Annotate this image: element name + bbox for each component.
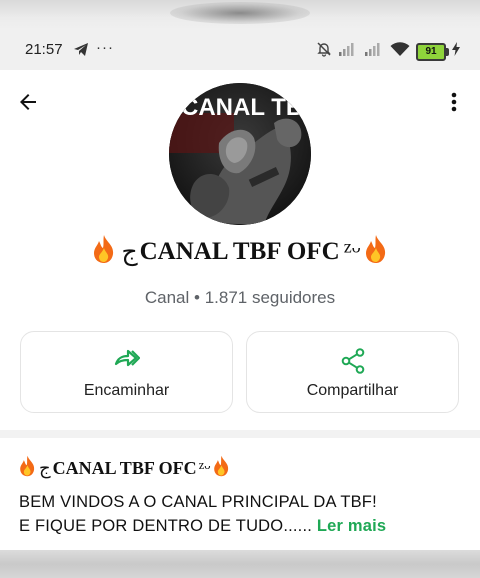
charging-icon bbox=[452, 42, 460, 61]
status-icons: 91 bbox=[316, 41, 460, 62]
channel-avatar[interactable]: CANAL TBF bbox=[169, 83, 311, 225]
signal-icon bbox=[338, 42, 358, 61]
channel-subtitle: Canal • 1.871 seguidores bbox=[144, 288, 336, 307]
battery-icon: 91 bbox=[416, 42, 449, 61]
back-arrow-icon[interactable] bbox=[16, 90, 40, 119]
description-title: ج CANAL TBF OFC ᶻᵕ bbox=[18, 455, 231, 482]
share-button[interactable]: Compartilhar bbox=[246, 331, 459, 413]
description-line-1: BEM VINDOS A O CANAL PRINCIPAL DA TBF! bbox=[19, 493, 377, 511]
desc-suffix-glyph: ᶻᵕ bbox=[198, 456, 211, 480]
more-notifications-icon: ··· bbox=[96, 39, 114, 56]
name-suffix-glyph: ᶻᵕ bbox=[343, 235, 361, 268]
description-line-2-text: E FIQUE POR DENTRO DE TUDO...... bbox=[19, 517, 313, 535]
signal-2-icon bbox=[364, 42, 384, 61]
forward-label: Encaminhar bbox=[83, 382, 170, 399]
background-blur-top bbox=[0, 0, 480, 30]
description-body: BEM VINDOS A O CANAL PRINCIPAL DA TBF! E… bbox=[19, 490, 469, 538]
forward-button[interactable]: Encaminhar bbox=[20, 331, 233, 413]
more-vert-icon[interactable] bbox=[444, 90, 464, 119]
read-more-link[interactable]: Ler mais bbox=[317, 517, 386, 535]
background-blur-bottom bbox=[0, 550, 480, 578]
fire-icon bbox=[91, 234, 117, 271]
forward-icon bbox=[114, 348, 140, 373]
share-icon bbox=[341, 348, 365, 379]
fire-icon bbox=[212, 455, 231, 482]
description-title-text: CANAL TBF OFC bbox=[52, 458, 197, 478]
share-label: Compartilhar bbox=[306, 382, 399, 399]
section-divider bbox=[0, 430, 480, 438]
desc-prefix-glyph: ج bbox=[39, 458, 51, 478]
fire-icon bbox=[363, 234, 389, 271]
status-bar: 21:57 ··· 91 bbox=[0, 30, 480, 70]
wifi-icon bbox=[390, 41, 410, 62]
channel-name-text: CANAL TBF OFC bbox=[139, 238, 340, 265]
description-line-2: E FIQUE POR DENTRO DE TUDO...... Ler mai… bbox=[19, 514, 469, 538]
fire-icon bbox=[18, 455, 37, 482]
mute-icon bbox=[316, 41, 332, 62]
telegram-icon bbox=[73, 42, 89, 62]
name-prefix-glyph: ج bbox=[121, 239, 138, 266]
channel-name: ج CANAL TBF OFC ᶻᵕ bbox=[0, 230, 480, 274]
channel-info-screen: 21:57 ··· 91 CANAL TBF ج CANAL TBF OFC ᶻ… bbox=[0, 30, 480, 550]
status-time: 21:57 bbox=[25, 41, 63, 58]
